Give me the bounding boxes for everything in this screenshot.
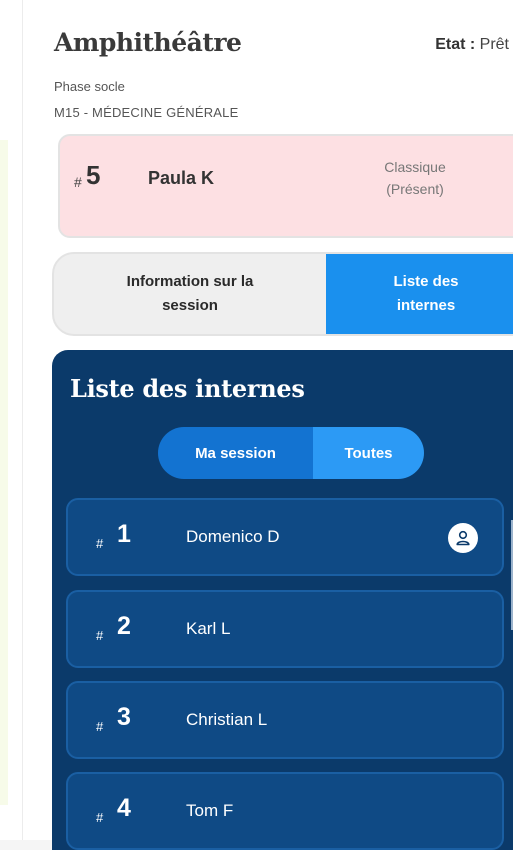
status-indicator: Etat : Prêt [435,36,509,54]
row-name: Karl L [186,619,231,638]
session-filter-toggle: Ma session Toutes [158,427,424,479]
row-rank: 3 [117,703,131,731]
row-name: Tom F [186,801,234,820]
intern-row[interactable]: # 1 Domenico D [66,498,504,576]
user-icon[interactable] [448,523,478,553]
row-rank: 2 [117,612,131,640]
left-accent-strip [0,140,8,805]
status-value: Prêt [479,36,509,53]
card-name: Paula K [148,168,215,188]
row-hash: # [96,810,104,825]
tab-bar: Information sur la session Liste des int… [52,252,513,336]
row-name: Domenico D [186,527,280,546]
card-type-line1: Classique [384,159,446,175]
row-rank: 1 [117,520,131,548]
intern-row[interactable]: # 4 Tom F [66,772,504,850]
page-title: Amphithéâtre [54,28,242,57]
intern-row[interactable]: # 2 Karl L [66,590,504,668]
filter-my-session-button[interactable]: Ma session [158,427,313,479]
current-intern-card: # 5 Paula K Classique (Présent) [58,134,513,238]
row-hash: # [96,719,104,734]
card-type-line2: (Présent) [386,181,444,197]
tab-intern-list[interactable]: Liste des internes [326,254,513,334]
card-rank: 5 [86,160,101,190]
row-rank: 4 [117,794,131,822]
left-divider [22,0,23,850]
row-hash: # [96,628,104,643]
intern-list-panel: Liste des internes Ma session Toutes # 1… [52,350,513,850]
row-name: Christian L [186,710,268,729]
tab-session-info-label: Information sur la session [126,273,254,314]
card-session-type: Classique (Présent) [360,156,470,200]
phase-label: Phase socle [54,79,125,94]
tab-session-info[interactable]: Information sur la session [54,254,326,334]
status-label: Etat : [435,36,476,53]
panel-title: Liste des internes [70,374,305,403]
filter-all-button[interactable]: Toutes [313,427,424,479]
row-hash: # [96,536,104,551]
tab-intern-list-label: Liste des internes [393,273,459,314]
specialty-label: M15 - MÉDECINE GÉNÉRALE [54,105,239,120]
intern-row[interactable]: # 3 Christian L [66,681,504,759]
card-hash: # [74,174,82,190]
